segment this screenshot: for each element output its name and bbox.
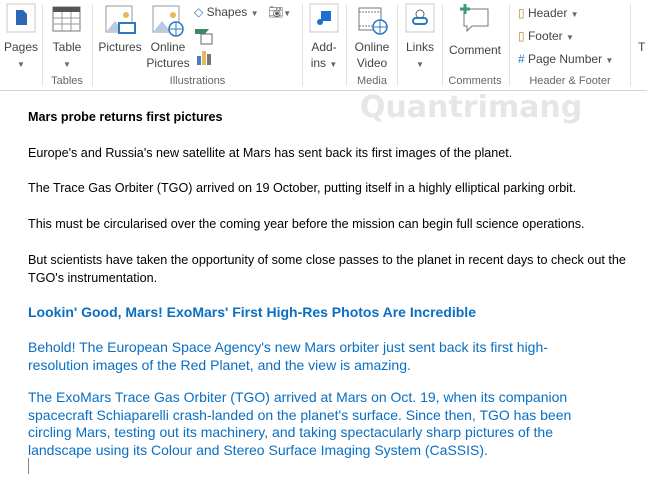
footer-icon: ▯ xyxy=(518,29,525,43)
text-button-partial[interactable]: T xyxy=(638,40,645,54)
paragraph: Europe's and Russia's new satellite at M… xyxy=(28,146,513,160)
online-pictures-icon xyxy=(152,5,184,37)
table-label: Table xyxy=(52,40,82,54)
blue-paragraph: The ExoMars Trace Gas Orbiter (TGO) arri… xyxy=(28,389,572,458)
header-label: Header xyxy=(527,6,568,20)
links-icon xyxy=(405,3,435,33)
header-icon: ▯ xyxy=(518,6,525,20)
online-video-label: Online xyxy=(354,40,390,54)
blue-heading: Lookin' Good, Mars! ExoMars' First High-… xyxy=(28,304,476,320)
addins-label: Add- xyxy=(311,40,337,54)
group-tables-label: Tables xyxy=(51,75,83,87)
screenshot-icon: 📷︎ xyxy=(268,5,284,19)
chart-icon[interactable] xyxy=(196,50,212,66)
group-media-label: Media xyxy=(357,75,387,87)
comment-icon xyxy=(460,4,489,33)
blue-paragraph: Behold! The European Space Agency's new … xyxy=(28,339,548,373)
document-page[interactable]: Mars probe returns first pictures Europe… xyxy=(0,92,647,480)
comment-label: Comment xyxy=(448,43,501,57)
pages-button[interactable]: Pages ▼ xyxy=(2,3,40,71)
smartart-icon[interactable] xyxy=(194,27,214,45)
pictures-label: Pictures xyxy=(98,40,142,54)
footer-button[interactable]: ▯ Footer ▼ xyxy=(518,29,574,43)
page-number-icon: # xyxy=(518,52,525,66)
header-button[interactable]: ▯ Header ▼ xyxy=(518,6,579,20)
pages-icon xyxy=(6,3,36,33)
pictures-icon xyxy=(105,5,136,34)
paragraph: The Trace Gas Orbiter (TGO) arrived on 1… xyxy=(28,181,577,195)
table-icon xyxy=(52,6,81,32)
group-comments-label: Comments xyxy=(448,75,502,87)
online-pictures-label: Online xyxy=(150,40,186,54)
online-video-icon xyxy=(358,7,388,35)
links-label: Links xyxy=(405,40,434,54)
table-button[interactable]: Table ▼ xyxy=(48,3,86,71)
doc-title: Mars probe returns first pictures xyxy=(28,110,223,124)
page-number-button[interactable]: # Page Number ▼ xyxy=(518,52,613,66)
online-video-label-2: Video xyxy=(356,56,388,70)
shapes-label: Shapes xyxy=(206,5,248,19)
group-illustrations-label: Illustrations xyxy=(169,75,226,87)
paragraph: But scientists have taken the opportunit… xyxy=(28,253,626,285)
shapes-icon: ◇ xyxy=(194,5,204,19)
ribbon-insert-tab: Pages ▼ Table ▼ Tables Pictures Online P… xyxy=(0,0,647,91)
page-number-label: Page Number xyxy=(528,52,603,66)
paragraph: This must be circularised over the comin… xyxy=(28,217,585,231)
addins-icon xyxy=(309,3,339,33)
screenshot-button[interactable]: 📷︎▼ xyxy=(268,5,291,19)
footer-label: Footer xyxy=(527,29,563,43)
text-cursor xyxy=(28,458,29,474)
addins-label-2: ins xyxy=(310,56,327,70)
online-pictures-label-2: Pictures xyxy=(146,56,190,70)
shapes-button[interactable]: ◇ Shapes ▼ xyxy=(194,5,259,19)
group-header-footer-label: Header & Footer xyxy=(529,75,611,87)
pages-label: Pages xyxy=(3,40,39,54)
